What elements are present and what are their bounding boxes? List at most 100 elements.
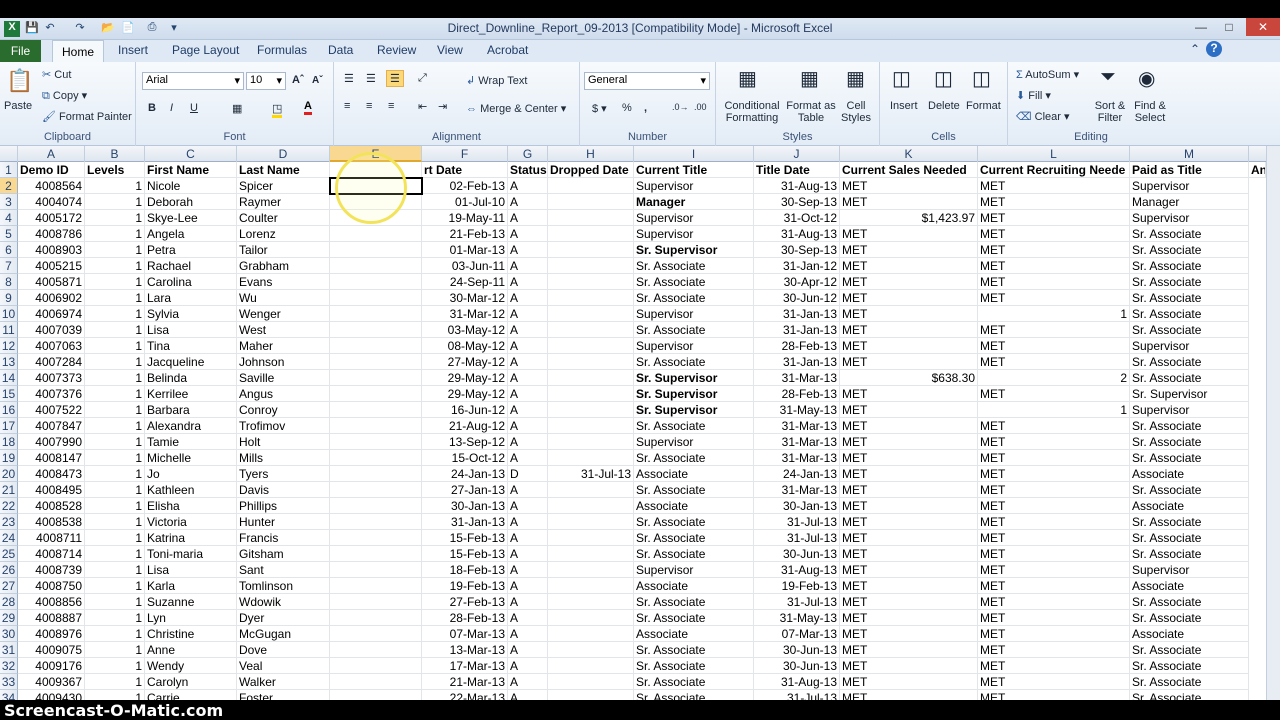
table-cell[interactable] <box>330 386 422 402</box>
table-cell[interactable]: MET <box>840 514 978 530</box>
table-cell[interactable]: 1 <box>978 402 1130 418</box>
table-cell[interactable]: 1 <box>85 306 145 322</box>
column-header[interactable]: A <box>18 146 85 162</box>
align-left-icon[interactable]: ≡ <box>344 100 350 112</box>
table-cell[interactable]: Supervisor <box>634 338 754 354</box>
table-cell[interactable]: A <box>508 274 548 290</box>
table-cell[interactable]: 1 <box>85 658 145 674</box>
table-cell[interactable]: 31-Oct-12 <box>754 210 840 226</box>
table-cell[interactable]: Mills <box>237 450 330 466</box>
table-cell[interactable]: Carolyn <box>145 674 237 690</box>
table-cell[interactable]: 15-Feb-13 <box>422 546 508 562</box>
table-cell[interactable]: MET <box>840 306 978 322</box>
sort-filter-button[interactable]: Sort & Filter <box>1092 100 1128 124</box>
align-center-icon[interactable]: ≡ <box>366 100 372 112</box>
table-cell[interactable]: Karla <box>145 578 237 594</box>
table-cell[interactable] <box>548 434 634 450</box>
table-cell[interactable]: Sr. Supervisor <box>634 386 754 402</box>
table-cell[interactable]: 31-Jul-13 <box>754 594 840 610</box>
autosum-button[interactable]: Σ AutoSum ▾ <box>1016 68 1079 81</box>
insert-cells-button[interactable]: Insert <box>890 100 918 112</box>
table-cell[interactable] <box>548 642 634 658</box>
table-cell[interactable]: MET <box>978 226 1130 242</box>
table-cell[interactable]: 4007376 <box>18 386 85 402</box>
table-cell[interactable]: 1 <box>85 194 145 210</box>
table-cell[interactable] <box>548 194 634 210</box>
tab-file[interactable]: File <box>0 40 41 62</box>
table-cell[interactable]: 07-Mar-13 <box>754 626 840 642</box>
table-cell[interactable]: 4008856 <box>18 594 85 610</box>
table-cell[interactable]: Supervisor <box>634 210 754 226</box>
table-cell[interactable] <box>548 674 634 690</box>
table-cell[interactable]: Sr. Associate <box>1130 226 1249 242</box>
row-header[interactable]: 6 <box>0 242 18 258</box>
table-cell[interactable]: Tailor <box>237 242 330 258</box>
table-cell[interactable]: 13-Mar-13 <box>422 642 508 658</box>
decrease-decimal-icon[interactable]: .00 <box>694 102 707 112</box>
table-cell[interactable]: MET <box>840 690 978 700</box>
table-cell[interactable]: Tamie <box>145 434 237 450</box>
table-cell[interactable] <box>330 434 422 450</box>
table-cell[interactable]: Angela <box>145 226 237 242</box>
table-cell[interactable]: Supervisor <box>634 226 754 242</box>
align-middle-icon[interactable]: ☰ <box>366 72 376 85</box>
table-cell[interactable]: 4008711 <box>18 530 85 546</box>
table-cell[interactable]: Sr. Associate <box>634 546 754 562</box>
format-as-table-icon[interactable]: ▦ <box>800 66 819 91</box>
tab-review[interactable]: Review <box>377 43 416 57</box>
format-as-table-button[interactable]: Format as Table <box>786 100 836 124</box>
table-cell[interactable]: 28-Feb-13 <box>754 386 840 402</box>
table-cell[interactable]: 1 <box>85 594 145 610</box>
header-cell[interactable]: An <box>1249 162 1266 178</box>
table-cell[interactable]: Wu <box>237 290 330 306</box>
table-cell[interactable]: A <box>508 354 548 370</box>
row-header[interactable]: 25 <box>0 546 18 562</box>
table-cell[interactable]: MET <box>978 610 1130 626</box>
table-cell[interactable]: 31-Aug-13 <box>754 226 840 242</box>
header-cell[interactable]: Current Sales Needed <box>840 162 978 178</box>
table-cell[interactable]: MET <box>840 418 978 434</box>
table-cell[interactable]: Sr. Associate <box>634 322 754 338</box>
table-cell[interactable]: 1 <box>85 386 145 402</box>
table-cell[interactable]: Supervisor <box>634 434 754 450</box>
table-cell[interactable] <box>330 290 422 306</box>
table-cell[interactable]: Manager <box>1130 194 1249 210</box>
table-cell[interactable]: Sr. Associate <box>1130 354 1249 370</box>
table-cell[interactable]: Kathleen <box>145 482 237 498</box>
format-painter-button[interactable]: 🖌 Format Painter <box>42 110 132 123</box>
table-cell[interactable]: 15-Feb-13 <box>422 530 508 546</box>
table-cell[interactable]: 24-Sep-11 <box>422 274 508 290</box>
table-cell[interactable]: Francis <box>237 530 330 546</box>
table-cell[interactable] <box>548 498 634 514</box>
table-cell[interactable]: McGugan <box>237 626 330 642</box>
table-cell[interactable] <box>330 306 422 322</box>
sort-filter-icon[interactable]: ⏷ <box>1100 66 1116 89</box>
row-header[interactable]: 4 <box>0 210 18 226</box>
table-cell[interactable]: MET <box>840 258 978 274</box>
table-cell[interactable]: Sr. Associate <box>1130 418 1249 434</box>
table-cell[interactable]: Alexandra <box>145 418 237 434</box>
table-cell[interactable]: 31-Jul-13 <box>754 514 840 530</box>
table-cell[interactable]: A <box>508 370 548 386</box>
table-cell[interactable]: Sr. Associate <box>634 674 754 690</box>
table-cell[interactable]: Jacqueline <box>145 354 237 370</box>
table-cell[interactable]: Sr. Associate <box>634 258 754 274</box>
cell-styles-icon[interactable]: ▦ <box>846 66 865 91</box>
row-header[interactable]: 13 <box>0 354 18 370</box>
table-cell[interactable] <box>330 610 422 626</box>
table-cell[interactable]: Sr. Associate <box>634 530 754 546</box>
row-header[interactable]: 10 <box>0 306 18 322</box>
row-header[interactable]: 19 <box>0 450 18 466</box>
table-cell[interactable]: 4008538 <box>18 514 85 530</box>
table-cell[interactable]: 4008147 <box>18 450 85 466</box>
table-cell[interactable]: 31-Jul-13 <box>754 690 840 700</box>
table-cell[interactable]: A <box>508 258 548 274</box>
row-header[interactable]: 28 <box>0 594 18 610</box>
table-cell[interactable]: 30-Jun-13 <box>754 658 840 674</box>
table-cell[interactable]: MET <box>840 434 978 450</box>
grow-font-icon[interactable]: Aˆ <box>292 74 304 86</box>
table-cell[interactable]: A <box>508 658 548 674</box>
table-cell[interactable]: Davis <box>237 482 330 498</box>
table-cell[interactable] <box>330 530 422 546</box>
table-cell[interactable] <box>548 482 634 498</box>
